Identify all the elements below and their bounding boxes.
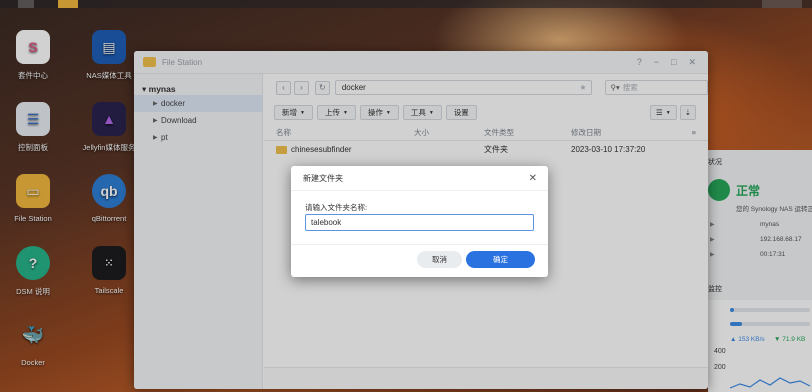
close-icon[interactable]: ✕ [529, 173, 537, 184]
folder-name-input[interactable]: talebook [305, 214, 534, 231]
folder-name-label: 请输入文件夹名称: [305, 203, 368, 212]
folder-name-value: talebook [311, 218, 342, 227]
ok-button[interactable]: 确定 [466, 251, 535, 268]
dialog-titlebar: 新建文件夹 ✕ [291, 166, 548, 191]
dialog-title: 新建文件夹 [303, 173, 343, 183]
cancel-button[interactable]: 取消 [417, 251, 462, 268]
new-folder-dialog: 新建文件夹 ✕ 请输入文件夹名称: talebook 取消 确定 [291, 166, 548, 277]
dialog-divider [291, 244, 548, 245]
